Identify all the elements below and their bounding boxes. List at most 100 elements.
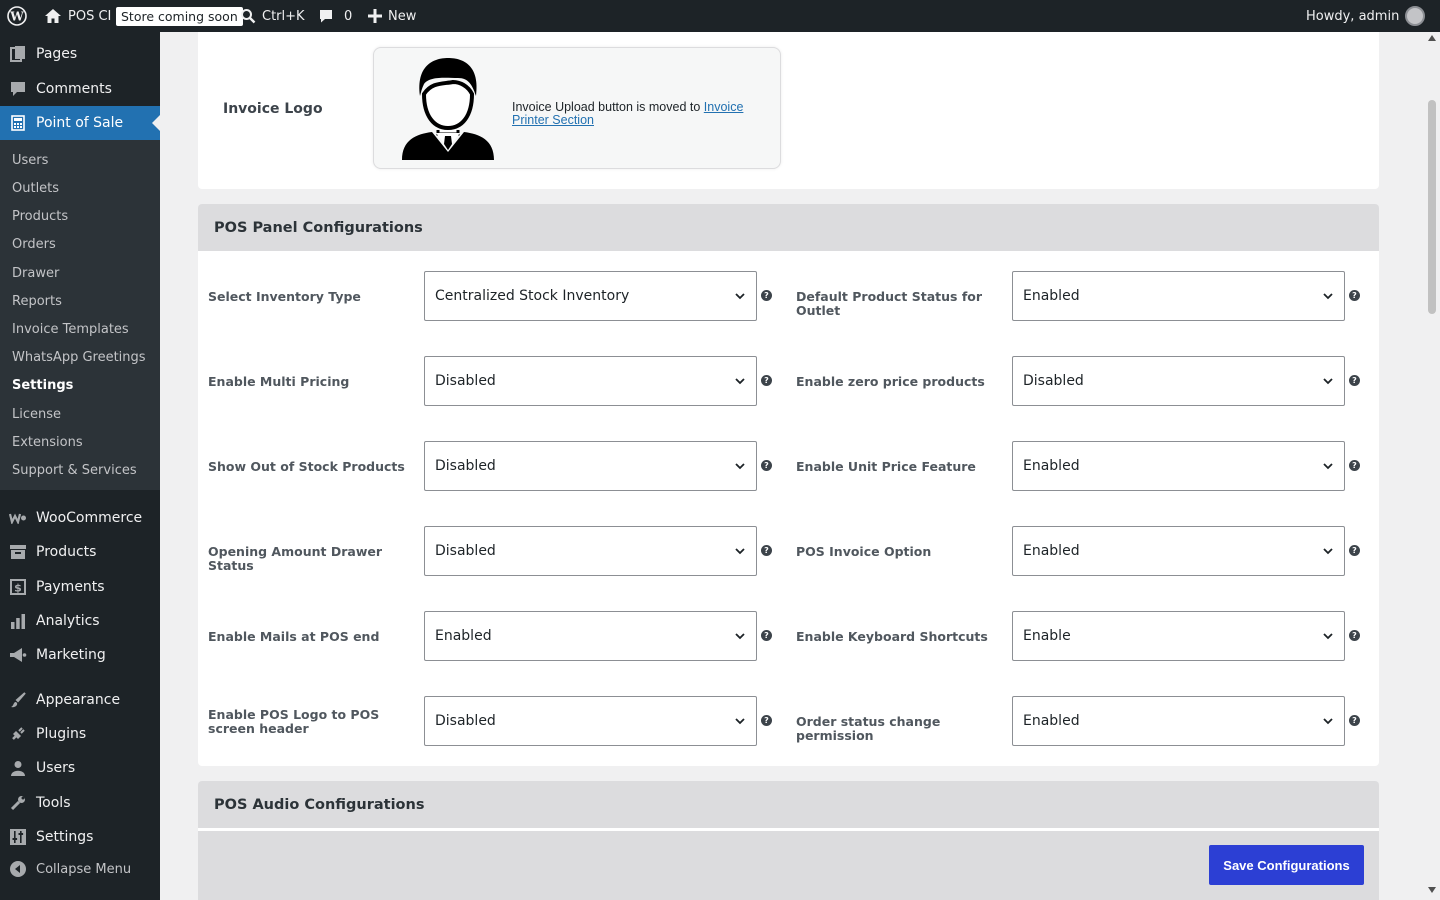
menu-item-pages[interactable]: Pages [0, 37, 160, 71]
invoice-logo-label: Invoice Logo [223, 101, 323, 117]
menu-item-users[interactable]: Users [0, 751, 160, 785]
plugin-icon [0, 726, 36, 742]
comments-icon [0, 81, 36, 97]
save-bar [198, 831, 1379, 900]
menu-item-plugins[interactable]: Plugins [0, 717, 160, 751]
store-status-badge[interactable]: Store coming soon [116, 0, 243, 32]
comments-link[interactable]: 0 [318, 0, 352, 32]
menu-label: Plugins [36, 726, 87, 742]
submenu-extensions[interactable]: Extensions [12, 435, 83, 450]
submenu-whatsapp-greetings[interactable]: WhatsApp Greetings [12, 350, 146, 365]
chevron-down-icon [735, 293, 745, 300]
admin-bar: W POS CI Store coming soon Ctrl+K 0 New … [0, 0, 1440, 32]
field-label: Enable POS Logo to POS screen header [208, 707, 380, 736]
menu-item-analytics[interactable]: Analytics [0, 604, 160, 638]
wordpress-logo-icon[interactable]: W [7, 0, 27, 32]
chevron-down-icon [735, 378, 745, 385]
scroll-down-arrow-icon[interactable] [1428, 887, 1436, 893]
pages-icon [0, 45, 36, 63]
comments-count: 0 [344, 8, 353, 24]
chevron-down-icon [1323, 463, 1333, 470]
save-configurations-button[interactable]: Save Configurations [1209, 845, 1364, 885]
wrench-icon [0, 795, 36, 811]
account-menu[interactable]: Howdy, admin [1306, 0, 1426, 32]
unit-price-feature-select[interactable]: Enabled [1012, 441, 1345, 491]
submenu-drawer[interactable]: Drawer [12, 266, 59, 281]
menu-item-point-of-sale[interactable]: Point of Sale [0, 106, 160, 140]
chevron-down-icon [1323, 548, 1333, 555]
field-label: Enable Unit Price Feature [796, 459, 976, 474]
help-icon[interactable]: ? [1349, 545, 1360, 556]
menu-item-appearance[interactable]: Appearance [0, 683, 160, 717]
menu-item-woocommerce[interactable]: WooCommerce [0, 501, 160, 535]
scroll-up-arrow-icon[interactable] [1428, 35, 1436, 41]
pos-panel-card [198, 251, 1379, 766]
collapse-label: Collapse Menu [36, 861, 132, 877]
scrollbar-thumb[interactable] [1428, 100, 1436, 314]
paintbrush-icon [0, 692, 36, 708]
help-icon[interactable]: ? [761, 545, 772, 556]
collapse-menu-button[interactable]: Collapse Menu [0, 852, 160, 886]
zero-price-products-select[interactable]: Disabled [1012, 356, 1345, 406]
comment-icon [320, 10, 332, 23]
menu-label: Point of Sale [36, 115, 124, 131]
menu-label: Analytics [36, 613, 100, 629]
multi-pricing-select[interactable]: Disabled [424, 356, 757, 406]
select-value: Enabled [1023, 458, 1080, 474]
pos-invoice-option-select[interactable]: Enabled [1012, 526, 1345, 576]
submenu-invoice-templates[interactable]: Invoice Templates [12, 322, 129, 337]
select-value: Disabled [435, 373, 496, 389]
chevron-down-icon [1323, 293, 1333, 300]
help-icon[interactable]: ? [761, 630, 772, 641]
default-product-status-select[interactable]: Enabled [1012, 271, 1345, 321]
site-name-link[interactable]: POS CI [44, 0, 111, 32]
avatar [1405, 6, 1426, 26]
help-icon[interactable]: ? [761, 715, 772, 726]
menu-item-marketing[interactable]: Marketing [0, 638, 160, 672]
submenu-reports[interactable]: Reports [12, 294, 62, 309]
chevron-down-icon [735, 718, 745, 725]
keyboard-shortcuts-select[interactable]: Enable [1012, 611, 1345, 661]
field-label: Enable zero price products [796, 374, 985, 389]
help-icon[interactable]: ? [1349, 460, 1360, 471]
submenu-users[interactable]: Users [12, 153, 48, 168]
menu-item-tools[interactable]: Tools [0, 786, 160, 820]
help-icon[interactable]: ? [1349, 375, 1360, 386]
inventory-type-select[interactable]: Centralized Stock Inventory [424, 271, 757, 321]
help-icon[interactable]: ? [761, 290, 772, 301]
submenu-support[interactable]: Support & Services [12, 463, 137, 478]
menu-item-products[interactable]: Products [0, 535, 160, 569]
user-icon [0, 760, 36, 776]
out-of-stock-select[interactable]: Disabled [424, 441, 757, 491]
mails-at-pos-select[interactable]: Enabled [424, 611, 757, 661]
menu-label: WooCommerce [36, 510, 143, 526]
submenu-outlets[interactable]: Outlets [12, 181, 59, 196]
archive-icon [0, 545, 36, 559]
admin-sidebar: Pages Comments Point of Sale Users Outle… [0, 32, 160, 900]
submenu-settings[interactable]: Settings [12, 378, 73, 393]
help-icon[interactable]: ? [1349, 715, 1360, 726]
opening-amount-drawer-select[interactable]: Disabled [424, 526, 757, 576]
menu-item-comments[interactable]: Comments [0, 72, 160, 106]
pos-logo-header-select[interactable]: Disabled [424, 696, 757, 746]
submenu-orders[interactable]: Orders [12, 237, 56, 252]
help-icon[interactable]: ? [761, 375, 772, 386]
pos-panel-header: POS Panel Configurations [198, 204, 1379, 251]
submenu-products[interactable]: Products [12, 209, 68, 224]
submenu-license[interactable]: License [12, 407, 61, 422]
menu-item-payments[interactable]: $ Payments [0, 570, 160, 604]
field-label: Show Out of Stock Products [208, 459, 405, 474]
invoice-logo-message: Invoice Upload button is moved to Invoic… [512, 101, 772, 127]
order-status-permission-select[interactable]: Enabled [1012, 696, 1345, 746]
store-status-label: Store coming soon [116, 6, 243, 26]
search-icon [241, 9, 256, 24]
svg-text:$: $ [14, 582, 22, 595]
new-content-button[interactable]: New [368, 0, 416, 32]
help-icon[interactable]: ? [1349, 630, 1360, 641]
menu-item-settings[interactable]: Settings [0, 820, 160, 854]
help-icon[interactable]: ? [761, 460, 772, 471]
help-icon[interactable]: ? [1349, 290, 1360, 301]
search-trigger[interactable]: Ctrl+K [240, 0, 305, 32]
field-label: Order status change permission [796, 714, 941, 743]
menu-label: Pages [36, 46, 78, 62]
